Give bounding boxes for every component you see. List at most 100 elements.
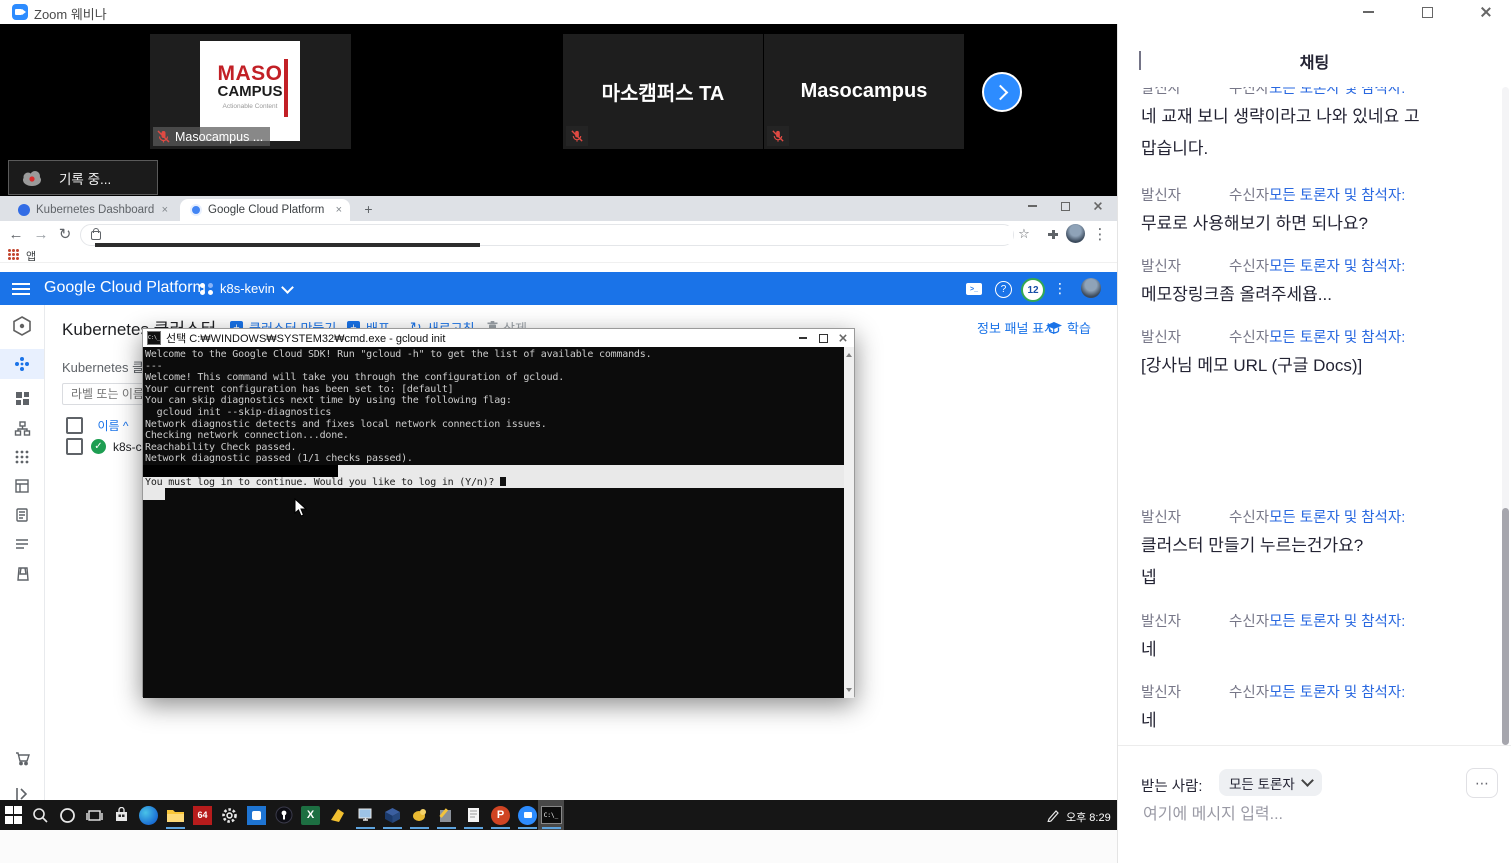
tab-close-icon[interactable]: × xyxy=(336,204,342,216)
hancom-icon[interactable] xyxy=(324,800,351,830)
rail-item-clusters[interactable] xyxy=(0,349,44,379)
chat-message-list[interactable]: 발신자수신자모든 토론자 및 참석자: 네 교재 보니 생략이라고 나와 있네요… xyxy=(1118,87,1504,745)
tab-google-cloud-platform[interactable]: Google Cloud Platform × xyxy=(180,199,350,221)
tab-kubernetes-dashboard[interactable]: Kubernetes Dashboard × xyxy=(8,199,176,221)
cmd-scrollbar[interactable] xyxy=(844,347,854,698)
console-line: Network diagnostic passed (1/1 checks pa… xyxy=(143,453,846,465)
taskbar-clock[interactable]: 오후 8:29 xyxy=(1066,809,1111,825)
cmd-taskbar-icon[interactable]: C:\_ xyxy=(538,800,564,830)
rail-item-applications[interactable] xyxy=(0,442,44,472)
refresh-icon[interactable]: ↻ xyxy=(57,226,73,242)
excel-icon[interactable]: X xyxy=(297,800,324,830)
extensions-icon[interactable] xyxy=(1047,229,1060,247)
close-button[interactable] xyxy=(1479,5,1493,19)
cloud-shell-icon[interactable]: >_ xyxy=(966,283,982,295)
message-meta: 발신자수신자모든 토론자 및 참석자: xyxy=(1141,184,1494,202)
notifications-badge[interactable]: 12 xyxy=(1021,278,1045,302)
rail-item-services[interactable] xyxy=(0,413,44,443)
console-line: Your current configuration has been set … xyxy=(143,384,846,396)
chat-scrollbar-thumb[interactable] xyxy=(1502,508,1509,745)
muted-mic-icon xyxy=(566,126,588,146)
gcp-menu-icon[interactable]: ⋮ xyxy=(1055,280,1065,296)
scroll-down-icon[interactable] xyxy=(846,688,852,695)
recipient-selector[interactable]: 모든 토론자 xyxy=(1219,769,1322,796)
bookmark-star-icon[interactable]: ☆ xyxy=(1016,226,1032,242)
password-manager-icon[interactable] xyxy=(270,800,297,830)
file-explorer-icon[interactable] xyxy=(162,800,189,830)
rail-item-migrate[interactable] xyxy=(0,559,44,589)
photos-icon[interactable] xyxy=(243,800,270,830)
cmd-minimize-button[interactable] xyxy=(796,331,810,345)
next-participants-button[interactable] xyxy=(982,72,1022,112)
search-icon[interactable] xyxy=(27,800,54,830)
recording-indicator[interactable]: 기록 중... xyxy=(8,160,158,195)
gcp-header: Google Cloud Platform k8s-kevin >_ ? 12 … xyxy=(0,272,1117,305)
learn-button[interactable]: 학습 xyxy=(1046,318,1091,337)
cmd-close-button[interactable] xyxy=(836,331,850,345)
edge-icon[interactable] xyxy=(135,800,162,830)
chat-message-input[interactable] xyxy=(1141,805,1485,825)
windows-ink-pen-icon[interactable] xyxy=(1046,808,1060,822)
new-tab-button[interactable]: + xyxy=(360,200,377,217)
project-selector[interactable]: k8s-kevin xyxy=(200,281,292,296)
maximize-button[interactable] xyxy=(1420,5,1434,19)
zoom-titlebar: Zoom 웨비나 xyxy=(0,0,1511,25)
notepad-icon[interactable] xyxy=(460,800,487,830)
rail-item-configuration[interactable] xyxy=(0,471,44,501)
chat-message: 발신자수신자모든 토론자 및 참석자: 메모장링크좀 올려주세욥... xyxy=(1141,255,1494,311)
virtualbox-icon[interactable] xyxy=(379,800,406,830)
browser-minimize-button[interactable] xyxy=(1025,199,1039,213)
select-all-checkbox[interactable] xyxy=(66,417,83,434)
row-checkbox[interactable] xyxy=(66,438,83,455)
rail-item-object-browser[interactable] xyxy=(0,529,44,559)
start-button[interactable] xyxy=(0,800,27,830)
browser-maximize-button[interactable] xyxy=(1058,199,1072,213)
securecrt-icon[interactable] xyxy=(406,800,433,830)
name-column-header[interactable]: 이름 ^ xyxy=(97,419,128,433)
cmd-maximize-button[interactable] xyxy=(816,331,830,345)
cmd-titlebar[interactable]: C:\_ 선택 C:₩WINDOWS₩SYSTEM32₩cmd.exe - gc… xyxy=(143,329,854,347)
tab-label: Google Cloud Platform xyxy=(208,204,324,216)
forward-icon[interactable]: → xyxy=(33,226,49,242)
scroll-up-icon[interactable] xyxy=(846,350,852,357)
help-icon[interactable]: ? xyxy=(995,281,1012,298)
participant-tile[interactable]: Masocampus xyxy=(763,33,965,150)
tab-close-icon[interactable]: × xyxy=(162,204,168,216)
zoom-taskbar-icon[interactable] xyxy=(514,800,541,830)
editor-icon[interactable] xyxy=(433,800,460,830)
app-64-icon[interactable]: 64 xyxy=(189,800,216,830)
browser-profile-avatar[interactable] xyxy=(1066,224,1085,243)
chat-message: 발신자수신자모든 토론자 및 참석자: 네 xyxy=(1141,681,1494,737)
back-icon[interactable]: ← xyxy=(8,226,24,242)
message-meta: 발신자수신자모든 토론자 및 참석자: xyxy=(1141,326,1494,344)
powerpoint-icon[interactable]: P xyxy=(487,800,514,830)
participant-tile[interactable]: 마소캠퍼스 TA xyxy=(562,33,764,150)
browser-menu-icon[interactable]: ⋮ xyxy=(1094,226,1106,242)
participant-tile[interactable]: MASO CAMPUS Actionable Content Masocampu… xyxy=(149,33,352,150)
settings-gear-icon[interactable] xyxy=(216,800,243,830)
table-header-row: 이름 ^ xyxy=(66,417,129,435)
cmd-console[interactable]: Welcome to the Google Cloud SDK! Run "gc… xyxy=(143,347,846,698)
minimize-button[interactable] xyxy=(1361,5,1375,19)
apps-label[interactable]: 앱 xyxy=(26,248,36,264)
chat-more-button[interactable]: ⋯ xyxy=(1466,768,1498,798)
gcp-profile-avatar[interactable] xyxy=(1081,278,1101,298)
remote-desktop-icon[interactable] xyxy=(352,800,379,830)
rail-item-marketplace[interactable] xyxy=(0,742,44,772)
info-panel-button[interactable]: 정보 패널 표시 xyxy=(977,318,1056,337)
task-view-icon[interactable] xyxy=(81,800,108,830)
apps-grid-icon[interactable] xyxy=(8,249,19,260)
browser-close-button[interactable] xyxy=(1091,199,1105,213)
bookmarks-bar: 앱 xyxy=(0,247,1117,263)
rail-item-storage[interactable] xyxy=(0,500,44,530)
rail-item-workloads[interactable] xyxy=(0,383,44,413)
url-input[interactable] xyxy=(109,226,1013,244)
hamburger-menu-icon[interactable] xyxy=(12,283,30,295)
gcp-brand[interactable]: Google Cloud Platform xyxy=(44,279,206,297)
participant-name-tag: Masocampus ... xyxy=(153,127,270,146)
console-line: Checking network connection...done. xyxy=(143,430,846,442)
microsoft-store-icon[interactable] xyxy=(108,800,135,830)
cmd-window[interactable]: C:\_ 선택 C:₩WINDOWS₩SYSTEM32₩cmd.exe - gc… xyxy=(142,328,855,697)
message-meta: 발신자수신자모든 토론자 및 참석자: xyxy=(1141,255,1494,273)
cortana-icon[interactable] xyxy=(54,800,81,830)
